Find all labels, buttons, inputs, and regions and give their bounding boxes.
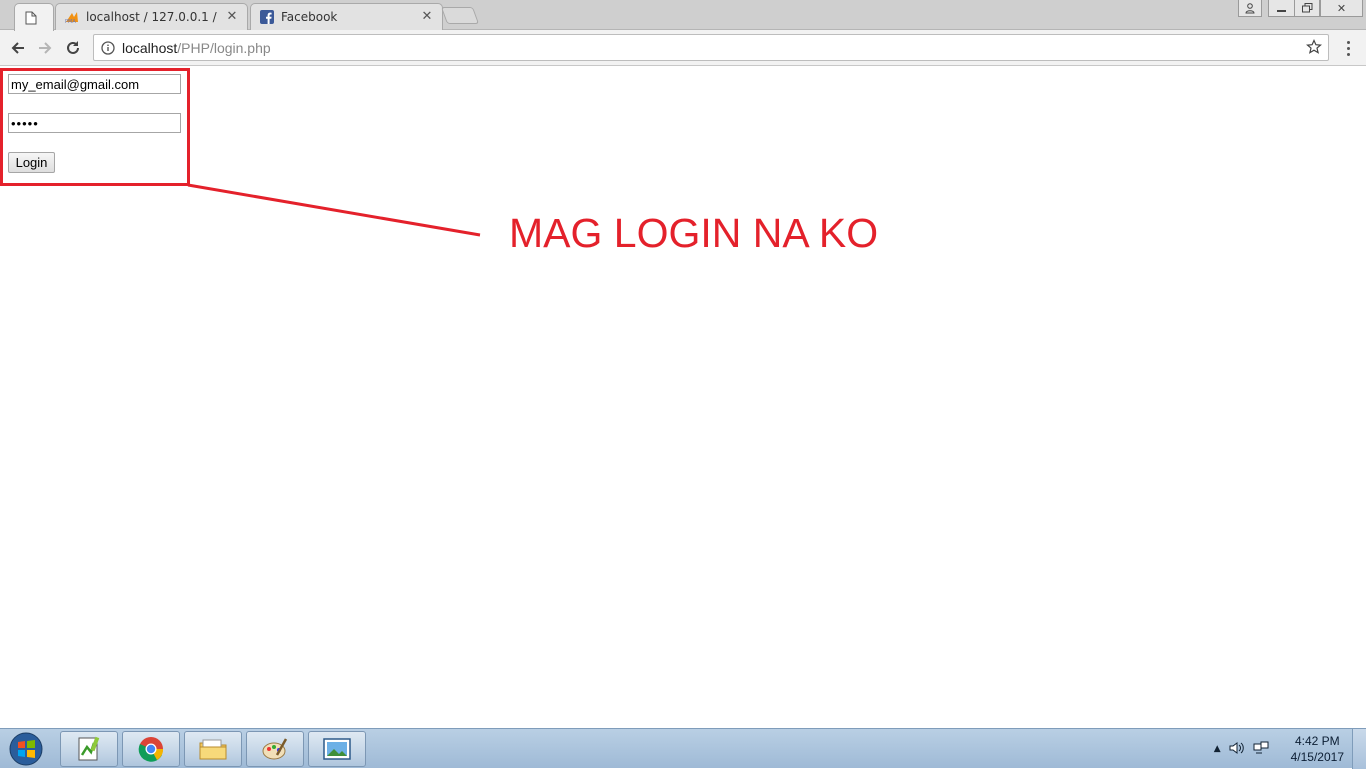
taskbar-chrome[interactable] — [122, 731, 180, 767]
chrome-icon — [138, 737, 164, 762]
url-text: localhost/PHP/login.php — [122, 40, 271, 56]
reload-button[interactable] — [62, 37, 84, 59]
minimize-icon — [1277, 10, 1286, 12]
tab-phpmyadmin[interactable]: PMA localhost / 127.0.0.1 / my ✕ — [55, 3, 248, 30]
annotation-line — [187, 183, 481, 237]
url-path: /PHP/login.php — [177, 39, 271, 56]
show-desktop-button[interactable] — [1352, 729, 1366, 769]
back-button[interactable] — [7, 37, 29, 59]
reload-icon — [67, 41, 79, 54]
taskbar-paint[interactable] — [246, 731, 304, 767]
profile-button[interactable] — [1238, 0, 1262, 17]
paint-icon — [262, 738, 288, 760]
back-arrow-icon — [11, 42, 24, 54]
svg-text:PMA: PMA — [65, 19, 76, 24]
menu-dot-icon — [1346, 46, 1350, 50]
info-icon[interactable] — [94, 40, 122, 55]
forward-button[interactable] — [34, 37, 56, 59]
show-hidden-icons-icon[interactable]: ▲ — [1214, 744, 1221, 754]
start-button[interactable] — [6, 731, 46, 767]
close-window-button[interactable]: ✕ — [1320, 0, 1363, 17]
taskbar: ▲ 4:42 PM 4/15/2017 — [0, 728, 1366, 769]
notepad-plus-icon — [78, 736, 100, 761]
network-icon[interactable] — [1253, 741, 1269, 758]
volume-icon[interactable] — [1229, 741, 1245, 758]
close-tab-icon[interactable]: ✕ — [420, 10, 434, 24]
close-tab-icon[interactable]: ✕ — [225, 10, 239, 24]
clock-time: 4:42 PM — [1294, 734, 1340, 748]
bookmark-star-icon[interactable] — [1306, 39, 1322, 58]
photo-viewer-icon — [323, 738, 351, 760]
page-content: Login MAG LOGIN NA KO — [0, 67, 1366, 728]
clock-date: 4/15/2017 — [1290, 750, 1344, 764]
menu-dot-icon — [1346, 52, 1350, 56]
new-tab-button[interactable] — [440, 7, 480, 24]
system-clock[interactable]: 4:42 PM 4/15/2017 — [1291, 733, 1344, 765]
address-bar[interactable]: localhost/PHP/login.php — [93, 34, 1329, 61]
menu-dot-icon — [1346, 40, 1350, 44]
tab-strip: PMA localhost / 127.0.0.1 / my ✕ Faceboo… — [0, 0, 1366, 31]
restore-icon — [1301, 3, 1312, 13]
user-icon — [1245, 2, 1255, 13]
system-tray: ▲ 4:42 PM 4/15/2017 — [1214, 729, 1344, 769]
taskbar-notepad-plus[interactable] — [60, 731, 118, 767]
tab-label: localhost / 127.0.0.1 / my — [86, 10, 219, 24]
facebook-icon — [259, 9, 275, 25]
taskbar-file-explorer[interactable] — [184, 731, 242, 767]
windows-start-icon — [9, 732, 43, 766]
tab-login[interactable] — [14, 3, 54, 31]
forward-arrow-icon — [39, 42, 52, 54]
close-icon: ✕ — [1336, 1, 1347, 15]
tab-label: Facebook — [281, 10, 338, 24]
url-host: localhost — [122, 39, 178, 56]
page-icon — [23, 10, 39, 26]
restore-button[interactable] — [1294, 0, 1320, 17]
browser-toolbar: localhost/PHP/login.php — [0, 30, 1366, 66]
tab-facebook[interactable]: Facebook ✕ — [250, 3, 443, 30]
taskbar-photo-viewer[interactable] — [308, 731, 366, 767]
file-explorer-icon — [199, 739, 227, 760]
minimize-button[interactable] — [1268, 0, 1295, 17]
annotation-text: MAG LOGIN NA KO — [509, 210, 879, 256]
menu-button[interactable] — [1340, 37, 1356, 59]
phpmyadmin-icon: PMA — [64, 9, 80, 25]
